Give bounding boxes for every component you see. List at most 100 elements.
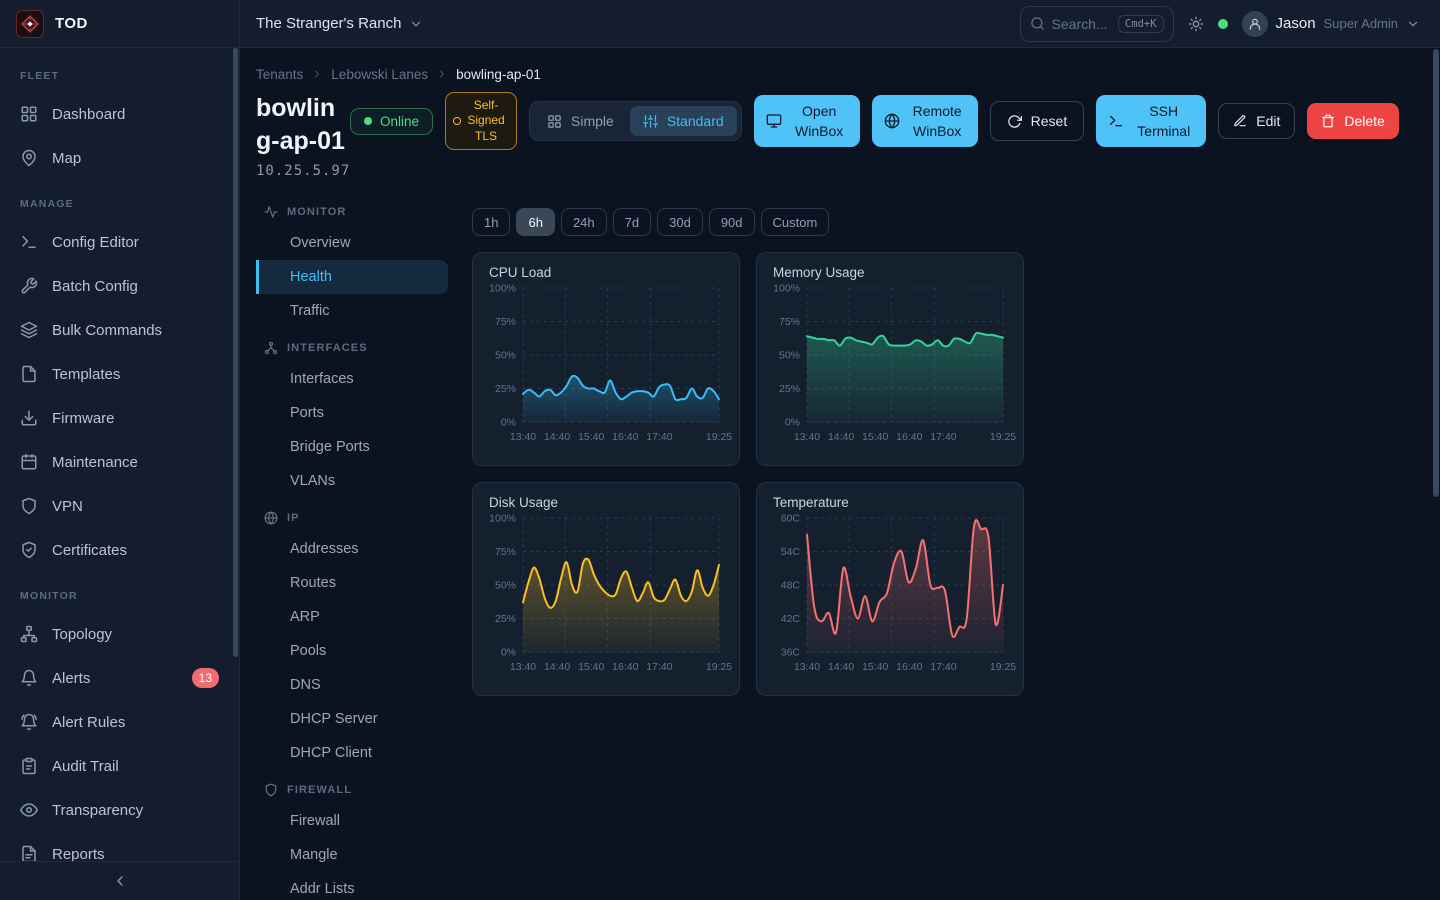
tenant-selector[interactable]: The Stranger's Ranch [256, 15, 423, 32]
theme-toggle-button[interactable] [1188, 16, 1204, 32]
search-shortcut-badge: Cmd+K [1118, 15, 1164, 33]
svg-text:60C: 60C [781, 513, 801, 525]
sidebar-item-reports[interactable]: Reports [0, 832, 239, 861]
content-row: MONITOROverviewHealthTrafficINTERFACESIn… [256, 192, 1440, 900]
tod-logo-icon[interactable] [16, 10, 44, 38]
sidebar-item-firmware[interactable]: Firmware [0, 396, 239, 440]
subnav-item-pools[interactable]: Pools [256, 634, 448, 668]
user-menu[interactable]: Jason Super Admin [1242, 11, 1420, 37]
subnav-item-addr-lists[interactable]: Addr Lists [256, 872, 448, 900]
trash-icon [1321, 114, 1335, 128]
sidebar-item-label: VPN [52, 498, 83, 515]
svg-text:100%: 100% [489, 283, 516, 295]
eye-icon [20, 801, 38, 819]
subnav-item-firewall[interactable]: Firewall [256, 804, 448, 838]
reset-button[interactable]: Reset [990, 101, 1085, 141]
sidebar-item-bulk-commands[interactable]: Bulk Commands [0, 308, 239, 352]
svg-text:13:40: 13:40 [794, 661, 820, 673]
chart-card-temperature: Temperature36C42C48C54C60C13:4014:4015:4… [756, 482, 1024, 696]
subnav-item-arp[interactable]: ARP [256, 600, 448, 634]
svg-text:25%: 25% [495, 383, 516, 395]
ssh-terminal-button[interactable]: SSH Terminal [1096, 95, 1206, 147]
sidebar-item-label: Topology [52, 626, 112, 643]
subnav-item-overview[interactable]: Overview [256, 226, 448, 260]
svg-text:48C: 48C [781, 580, 801, 592]
svg-text:13:40: 13:40 [794, 431, 820, 443]
time-range-7d[interactable]: 7d [613, 208, 651, 236]
sidebar-item-label: Bulk Commands [52, 322, 162, 339]
sidebar-item-audit-trail[interactable]: Audit Trail [0, 744, 239, 788]
open-winbox-button[interactable]: Open WinBox [754, 95, 860, 147]
alerts-count-badge: 13 [192, 668, 219, 688]
subnav-item-vlans[interactable]: VLANs [256, 464, 448, 498]
svg-text:14:40: 14:40 [828, 431, 854, 443]
subnav-item-mangle[interactable]: Mangle [256, 838, 448, 872]
svg-text:16:40: 16:40 [612, 431, 638, 443]
subnav-item-interfaces[interactable]: Interfaces [256, 362, 448, 396]
topology-icon [20, 625, 38, 643]
subnav-item-routes[interactable]: Routes [256, 566, 448, 600]
time-range-90d[interactable]: 90d [709, 208, 755, 236]
svg-text:15:40: 15:40 [862, 661, 888, 673]
remote-winbox-label: Remote WinBox [909, 101, 966, 142]
chevron-down-icon [409, 17, 423, 31]
svg-text:75%: 75% [495, 316, 516, 328]
subnav-item-ports[interactable]: Ports [256, 396, 448, 430]
breadcrumb-tenants[interactable]: Tenants [256, 67, 303, 82]
online-dot [364, 117, 372, 125]
time-range-6h[interactable]: 6h [516, 208, 554, 236]
remote-winbox-button[interactable]: Remote WinBox [872, 95, 978, 147]
sidebar-item-config-editor[interactable]: Config Editor [0, 220, 239, 264]
charts-panel: 1h6h24h7d30d90dCustom CPU Load0%25%50%75… [472, 192, 1024, 900]
subnav-item-bridge-ports[interactable]: Bridge Ports [256, 430, 448, 464]
subnav-item-dhcp-client[interactable]: DHCP Client [256, 736, 448, 770]
svg-text:17:40: 17:40 [646, 661, 672, 673]
chevron-left-icon [112, 873, 128, 889]
sidebar-item-transparency[interactable]: Transparency [0, 788, 239, 832]
sidebar-item-maintenance[interactable]: Maintenance [0, 440, 239, 484]
sidebar-scrollbar[interactable] [233, 48, 238, 657]
avatar [1242, 11, 1268, 37]
svg-text:19:25: 19:25 [990, 431, 1016, 443]
sidebar-collapse-button[interactable] [0, 861, 239, 900]
svg-text:0%: 0% [501, 417, 516, 429]
charts-grid: CPU Load0%25%50%75%100%13:4014:4015:4016… [472, 252, 1024, 696]
sidebar-item-batch-config[interactable]: Batch Config [0, 264, 239, 308]
subnav-item-traffic[interactable]: Traffic [256, 294, 448, 328]
subnav-section-label: FIREWALL [287, 784, 352, 796]
edit-button[interactable]: Edit [1218, 103, 1295, 139]
time-range-1h[interactable]: 1h [472, 208, 510, 236]
breadcrumb-lebowski-lanes[interactable]: Lebowski Lanes [331, 67, 428, 82]
sidebar-item-certificates[interactable]: Certificates [0, 528, 239, 572]
view-mode-standard[interactable]: Standard [630, 106, 737, 136]
svg-text:100%: 100% [773, 283, 800, 295]
svg-text:16:40: 16:40 [896, 431, 922, 443]
sidebar-item-label: Transparency [52, 802, 143, 819]
sidebar-item-topology[interactable]: Topology [0, 612, 239, 656]
sidebar-item-dashboard[interactable]: Dashboard [0, 92, 239, 136]
search-input[interactable]: Search... Cmd+K [1020, 6, 1174, 42]
sidebar-item-templates[interactable]: Templates [0, 352, 239, 396]
time-range-24h[interactable]: 24h [561, 208, 607, 236]
svg-text:17:40: 17:40 [930, 431, 956, 443]
sidebar-item-map[interactable]: Map [0, 136, 239, 180]
sidebar-item-label: Batch Config [52, 278, 138, 295]
page-scrollbar[interactable] [1433, 49, 1439, 497]
view-mode-toggle: SimpleStandard [529, 101, 742, 141]
time-range-custom[interactable]: Custom [761, 208, 830, 236]
chart-temperature-plot: 36C42C48C54C60C13:4014:4015:4016:4017:40… [773, 512, 1009, 688]
svg-text:0%: 0% [785, 417, 800, 429]
subnav-item-dhcp-server[interactable]: DHCP Server [256, 702, 448, 736]
subnav-item-addresses[interactable]: Addresses [256, 532, 448, 566]
subnav-item-health[interactable]: Health [256, 260, 448, 294]
subnav-item-dns[interactable]: DNS [256, 668, 448, 702]
sidebar-item-vpn[interactable]: VPN [0, 484, 239, 528]
globe-icon [884, 113, 900, 129]
bell-ring-icon [20, 713, 38, 731]
delete-button[interactable]: Delete [1307, 103, 1398, 139]
sidebar-item-alert-rules[interactable]: Alert Rules [0, 700, 239, 744]
sidebar-item-alerts[interactable]: Alerts13 [0, 656, 239, 700]
time-range-30d[interactable]: 30d [657, 208, 703, 236]
svg-text:13:40: 13:40 [510, 661, 536, 673]
view-mode-simple[interactable]: Simple [534, 106, 627, 136]
